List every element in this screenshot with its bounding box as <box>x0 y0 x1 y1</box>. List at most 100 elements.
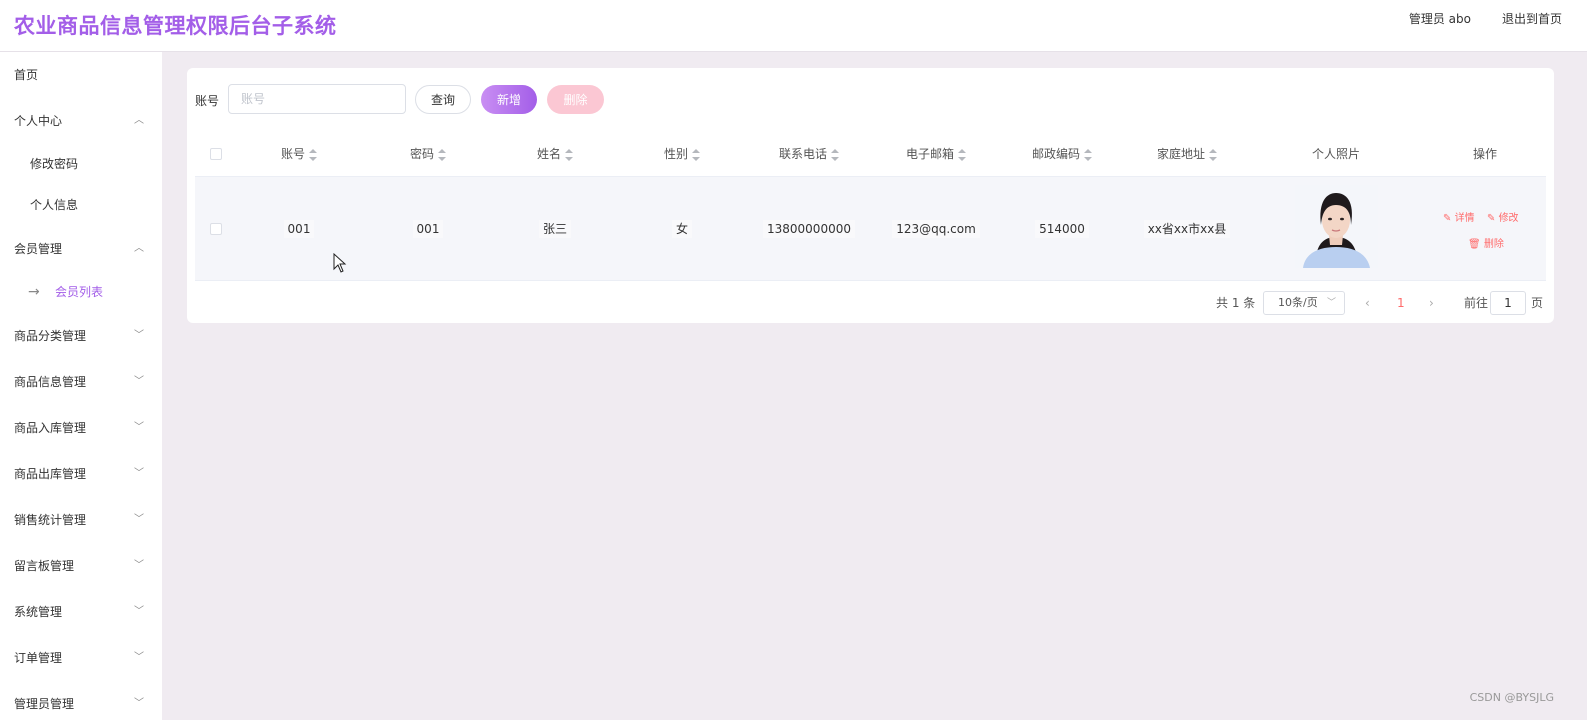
table-header: 账号 密码 姓名 性别 联系电话 电子邮箱 邮政编码 家庭地址 个人照片 操作 <box>195 132 1546 177</box>
sidebar-item-label: 订单管理 <box>14 651 63 665</box>
row-actions: ✎ 详情 ✎ 修改 🗑 删除 <box>1425 177 1545 281</box>
chevron-up-icon: ︿ <box>134 243 144 254</box>
member-photo <box>1295 185 1378 268</box>
edit-action[interactable]: ✎ 修改 <box>1487 209 1519 224</box>
sidebar-subitem-change-password[interactable]: 修改密码 <box>0 144 162 185</box>
pagination-goto-suffix: 页 <box>1531 296 1544 310</box>
chevron-down-icon: ﹀ <box>134 698 144 709</box>
sidebar-item-category-management[interactable]: 商品分类管理 ﹀ <box>0 313 162 359</box>
search-label: 账号 <box>195 94 220 108</box>
add-button[interactable]: 新增 <box>481 85 537 114</box>
chevron-down-icon: ﹀ <box>134 560 144 571</box>
cell-phone: 13800000000 <box>744 177 874 281</box>
chevron-right-icon[interactable]: › <box>1429 291 1434 315</box>
sidebar-item-system-management[interactable]: 系统管理 ﹀ <box>0 589 162 635</box>
watermark: CSDN @BYSJLG <box>1469 691 1554 704</box>
cell-postcode: 514000 <box>997 177 1127 281</box>
content-panel: 账号 查询 新增 删除 账号 密码 姓名 性别 联系电话 电子邮箱 邮政编码 家… <box>187 68 1554 323</box>
chevron-left-icon[interactable]: ‹ <box>1365 291 1370 315</box>
pagination-page-current[interactable]: 1 <box>1397 291 1405 315</box>
column-header-address[interactable]: 家庭地址 <box>1122 132 1252 177</box>
page-size-select[interactable]: 10条/页 ﹀ <box>1263 291 1345 315</box>
pagination-goto-label: 前往 <box>1464 296 1489 310</box>
sort-caret-icon[interactable] <box>1209 148 1217 161</box>
sort-caret-icon[interactable] <box>1084 148 1092 161</box>
sort-caret-icon[interactable] <box>692 148 700 161</box>
top-header: 农业商品信息管理权限后台子系统 管理员 abo 退出到首页 <box>0 0 1587 52</box>
pagination-goto-input[interactable] <box>1490 291 1526 315</box>
search-input[interactable] <box>228 84 406 114</box>
mouse-cursor-icon <box>333 253 347 273</box>
table-row: 001 001 张三 女 13800000000 123@qq.com 5140… <box>195 177 1546 281</box>
chevron-up-icon: ︿ <box>134 115 144 126</box>
chevron-down-icon: ﹀ <box>134 468 144 479</box>
column-header-gender[interactable]: 性别 <box>632 132 732 177</box>
sidebar-item-label: 个人中心 <box>14 114 63 128</box>
chevron-down-icon: ﹀ <box>134 422 144 433</box>
sidebar-item-order-management[interactable]: 订单管理 ﹀ <box>0 635 162 681</box>
sort-caret-icon[interactable] <box>831 148 839 161</box>
sidebar-item-label: 首页 <box>14 68 39 82</box>
column-header-postcode[interactable]: 邮政编码 <box>997 132 1127 177</box>
column-header-actions: 操作 <box>1472 147 1497 161</box>
logout-link[interactable]: 退出到首页 <box>1502 10 1562 27</box>
cell-email: 123@qq.com <box>871 177 1001 281</box>
trash-icon: 🗑 <box>1468 239 1484 250</box>
sort-caret-icon[interactable] <box>309 148 317 161</box>
delete-action[interactable]: 🗑 删除 <box>1468 235 1504 250</box>
app-title: 农业商品信息管理权限后台子系统 <box>14 14 337 38</box>
current-user: 管理员 abo <box>1408 12 1471 26</box>
edit-icon: ✎ <box>1487 213 1499 224</box>
sidebar-item-label: 会员列表 <box>55 285 104 299</box>
sort-caret-icon[interactable] <box>438 148 446 161</box>
sidebar-item-home[interactable]: 首页 <box>0 52 162 98</box>
arrow-right-icon: → <box>28 284 40 300</box>
pagination-total: 共 1 条 <box>1216 296 1256 310</box>
sidebar-item-label: 销售统计管理 <box>14 513 87 527</box>
chevron-down-icon: ﹀ <box>134 376 144 387</box>
sidebar-item-sales-statistics[interactable]: 销售统计管理 ﹀ <box>0 497 162 543</box>
sidebar-item-stock-in-management[interactable]: 商品入库管理 ﹀ <box>0 405 162 451</box>
sidebar-item-label: 商品分类管理 <box>14 329 87 343</box>
sidebar-item-label: 商品入库管理 <box>14 421 87 435</box>
chevron-down-icon: ﹀ <box>134 606 144 617</box>
chevron-down-icon: ﹀ <box>134 514 144 525</box>
cell-name: 张三 <box>505 177 605 281</box>
sidebar-item-label: 商品信息管理 <box>14 375 87 389</box>
column-header-phone[interactable]: 联系电话 <box>744 132 874 177</box>
detail-action[interactable]: ✎ 详情 <box>1443 209 1475 224</box>
sidebar-item-label: 系统管理 <box>14 605 63 619</box>
sort-caret-icon[interactable] <box>565 148 573 161</box>
sidebar-item-member-management[interactable]: 会员管理 ︿ <box>0 226 162 272</box>
cell-password: 001 <box>378 177 478 281</box>
cell-address: xx省xx市xx县 <box>1122 177 1252 281</box>
edit-icon: ✎ <box>1443 213 1455 224</box>
sidebar-item-label: 商品出库管理 <box>14 467 87 481</box>
sidebar-subitem-personal-info[interactable]: 个人信息 <box>0 185 162 226</box>
column-header-account[interactable]: 账号 <box>249 132 349 177</box>
chevron-down-icon: ﹀ <box>134 652 144 663</box>
sort-caret-icon[interactable] <box>958 148 966 161</box>
row-checkbox[interactable] <box>210 223 222 235</box>
sidebar-item-product-info-management[interactable]: 商品信息管理 ﹀ <box>0 359 162 405</box>
member-table: 账号 密码 姓名 性别 联系电话 电子邮箱 邮政编码 家庭地址 个人照片 操作 … <box>195 132 1546 281</box>
cell-gender: 女 <box>632 177 732 281</box>
sidebar-item-personal-center[interactable]: 个人中心 ︿ <box>0 98 162 144</box>
chevron-down-icon: ﹀ <box>1326 298 1336 308</box>
delete-button[interactable]: 删除 <box>547 85 604 114</box>
chevron-down-icon: ﹀ <box>134 330 144 341</box>
column-header-email[interactable]: 电子邮箱 <box>871 132 1001 177</box>
sidebar-subitem-member-list[interactable]: → 会员列表 <box>0 272 162 313</box>
sidebar-item-label: 会员管理 <box>14 242 63 256</box>
column-header-photo: 个人照片 <box>1311 147 1360 161</box>
column-header-name[interactable]: 姓名 <box>505 132 605 177</box>
sidebar-item-message-board[interactable]: 留言板管理 ﹀ <box>0 543 162 589</box>
column-header-password[interactable]: 密码 <box>378 132 478 177</box>
sidebar-item-label: 修改密码 <box>30 157 79 171</box>
sidebar-item-label: 个人信息 <box>30 198 79 212</box>
sidebar-item-label: 管理员管理 <box>14 697 75 711</box>
query-button[interactable]: 查询 <box>415 85 471 114</box>
select-all-checkbox[interactable] <box>210 148 222 160</box>
sidebar-item-admin-management[interactable]: 管理员管理 ﹀ <box>0 681 162 720</box>
sidebar-item-stock-out-management[interactable]: 商品出库管理 ﹀ <box>0 451 162 497</box>
